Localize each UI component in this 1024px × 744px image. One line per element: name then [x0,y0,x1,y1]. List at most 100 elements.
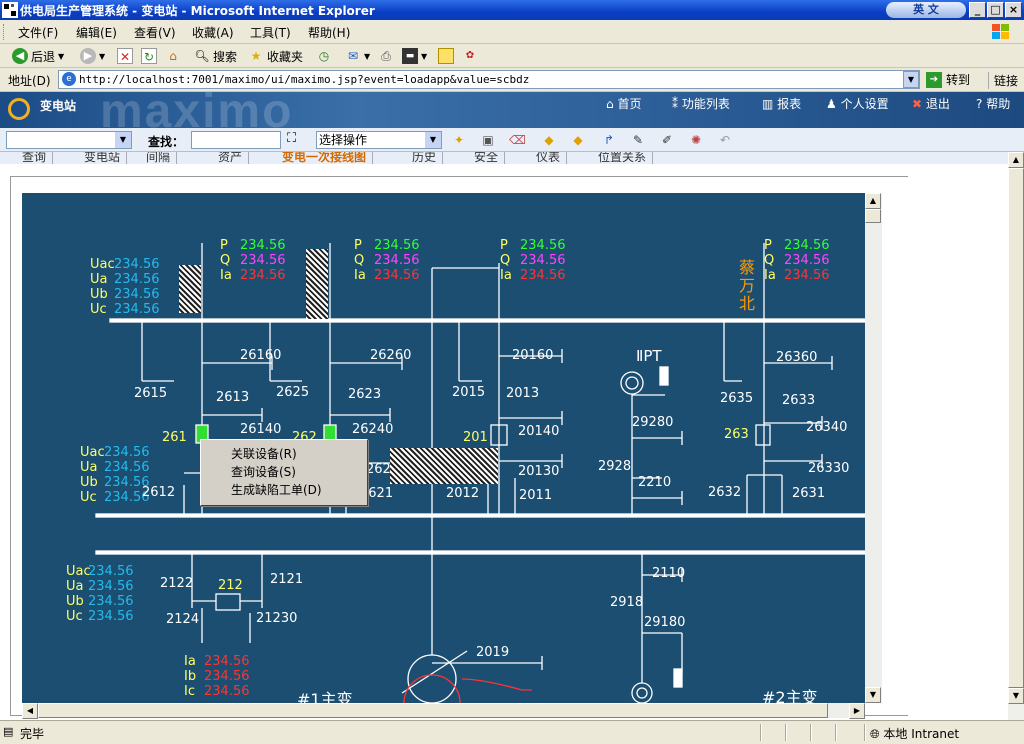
menu-bar: 文件(F) 编辑(E) 查看(V) 收藏(A) 工具(T) 帮助(H) [0,20,1024,44]
menu-view[interactable]: 查看(V) [134,24,176,41]
window-title: 供电局生产管理系统 - 变电站 - Microsoft Internet Exp… [20,4,375,18]
app-title: 变电站 [40,99,77,113]
pqi-label: Ia [354,268,366,283]
menu-tools[interactable]: 工具(T) [250,24,291,41]
diagram-vertical-scrollbar[interactable]: ▲ ▼ [865,193,882,703]
scroll-up-icon[interactable]: ▲ [1008,152,1024,168]
tab-substation[interactable]: 变电站 [78,152,128,164]
maximo-watermark: maximo [100,92,294,128]
scroll-thumb[interactable] [38,703,828,718]
node-label-2122: 2122 [160,576,193,591]
scroll-thumb[interactable] [1008,168,1024,688]
chevron-down-icon: ▼ [364,51,371,61]
tab-location[interactable]: 位置关系 [592,152,654,164]
header-link-functions[interactable]: ⁑ 功能列表 [672,95,730,112]
voltage-label: Ua [66,579,83,594]
favorites-button[interactable]: ★ 收藏夹 [248,47,303,65]
node-label-2210: 2210 [638,475,671,490]
undo-icon[interactable]: ↶ [717,132,733,148]
voltage-label: Uc [90,302,107,317]
busbar-middle[interactable] [95,513,865,518]
save-icon[interactable]: ▣ [480,132,496,148]
refresh-button[interactable]: ↻ [141,47,157,65]
menu-item-query-equipment[interactable]: 查询设备(S) [231,463,296,480]
address-input[interactable]: e http://localhost:7001/maximo/ui/maximo… [58,70,920,89]
browser-toolbar: ◀ 后退 ▼ ▶ ▼ ✕ ↻ ⌂ 🔍︎ 搜索 ★ 收藏夹 ◷ ✉ ▼ ⎙ ▬ ▼ ✿ [0,44,1024,68]
history-button[interactable]: ◷ [316,47,332,65]
menu-file[interactable]: 文件(F) [18,24,58,41]
maximo-toolbar: ▼ 查找： ⛶ 选择操作 ▼ ✦ ▣ ⌫ ◆ ◆ ↱ ✎ ✐ ✺ ↶ [0,128,1024,152]
diagram-horizontal-scrollbar[interactable]: ◀ ▶ [22,703,865,719]
page-vertical-scrollbar[interactable]: ▲ ▼ [1008,152,1024,720]
clear-icon[interactable]: ⌫ [509,132,526,148]
next-icon[interactable]: ◆ [570,132,586,148]
scroll-left-icon[interactable]: ◀ [22,703,38,719]
route-icon[interactable]: ↱ [601,132,617,148]
maximize-button[interactable]: □ [987,2,1004,18]
print-button[interactable]: ⎙ [378,47,394,65]
menu-edit[interactable]: 编辑(E) [76,24,117,41]
forward-button[interactable]: ▶ ▼ [80,47,105,65]
header-link-reports[interactable]: ▥ 报表 [762,95,801,112]
action-select[interactable]: 选择操作 ▼ [316,131,442,149]
go-button[interactable]: ➔ 转到 [926,71,970,88]
ime-indicator[interactable]: 英 文 [886,2,966,18]
voltage-value: 234.56 [104,445,150,460]
menu-item-create-defect-order[interactable]: 生成缺陷工单(D) [231,481,322,498]
header-link-settings[interactable]: ♟ 个人设置 [826,95,889,112]
pt-label: ⅡPT [636,347,662,365]
busbar-upper[interactable] [109,318,865,323]
pqi-label: P [220,238,228,253]
mail-button[interactable]: ✉ ▼ [345,47,370,65]
scroll-thumb[interactable] [865,209,881,223]
current-value: 234.56 [204,669,250,684]
back-button[interactable]: ◀ 后退 ▼ [12,47,64,65]
tab-bay[interactable]: 间隔 [140,152,178,164]
scroll-down-icon[interactable]: ▼ [865,687,881,703]
new-record-icon[interactable]: ✦ [451,132,467,148]
edit-button[interactable]: ▬ ▼ [402,47,427,65]
close-button[interactable]: × [1005,2,1022,18]
pencil-icon[interactable]: ✐ [659,132,675,148]
menu-item-related-equipment[interactable]: 关联设备(R) [231,445,297,462]
tab-asset[interactable]: 资产 [212,152,250,164]
node-label-29280: 29280 [632,415,673,430]
voltage-label: Uac [66,564,91,579]
go-label: 转到 [946,73,971,87]
minimize-button[interactable]: _ [969,2,986,18]
home-button[interactable]: ⌂ [165,47,181,65]
tab-wiring-diagram[interactable]: 变电一次接线图 [276,152,374,164]
node-label-26160: 26160 [240,348,281,363]
scroll-right-icon[interactable]: ▶ [849,703,865,719]
menu-favorites[interactable]: 收藏(A) [192,24,234,41]
busbar-lower[interactable] [95,550,865,555]
search-button[interactable]: 🔍︎ 搜索 [194,47,237,65]
previous-icon[interactable]: ◆ [541,132,557,148]
header-link-help[interactable]: ? 帮助 [976,95,1010,112]
discuss-button[interactable] [438,47,454,65]
tab-safety[interactable]: 安全 [468,152,506,164]
wiring-diagram[interactable]: Uac 234.56 Ua 234.56 Ub 234.56 Uc 234.56 Uac 234.… [22,193,865,703]
links-button[interactable]: 链接 [988,72,1018,89]
address-dropdown-icon[interactable]: ▼ [903,71,919,88]
menu-help[interactable]: 帮助(H) [308,24,350,41]
messenger-button[interactable]: ✿ [462,47,478,65]
node-label-20140: 20140 [518,424,559,439]
workflow-icon[interactable]: ✺ [688,132,704,148]
scroll-up-icon[interactable]: ▲ [865,193,881,209]
stop-button[interactable]: ✕ [117,47,133,65]
find-input[interactable] [191,131,281,149]
tab-history[interactable]: 历史 [406,152,444,164]
tab-meter[interactable]: 仪表 [530,152,568,164]
header-link-logout[interactable]: ✖ 退出 [912,95,950,112]
pqi-label: Ia [500,268,512,283]
header-link-home[interactable]: ⌂ 首页 [606,95,641,112]
note-icon [438,48,454,64]
query-select[interactable]: ▼ [6,131,132,149]
binoculars-icon[interactable]: ⛶ [287,131,296,146]
scroll-down-icon[interactable]: ▼ [1008,688,1024,704]
edit-icon[interactable]: ✎ [630,132,646,148]
status-divider [864,724,866,741]
tab-query[interactable]: 查询 [16,152,54,164]
transformer-1-label: #1主变 [297,690,353,703]
